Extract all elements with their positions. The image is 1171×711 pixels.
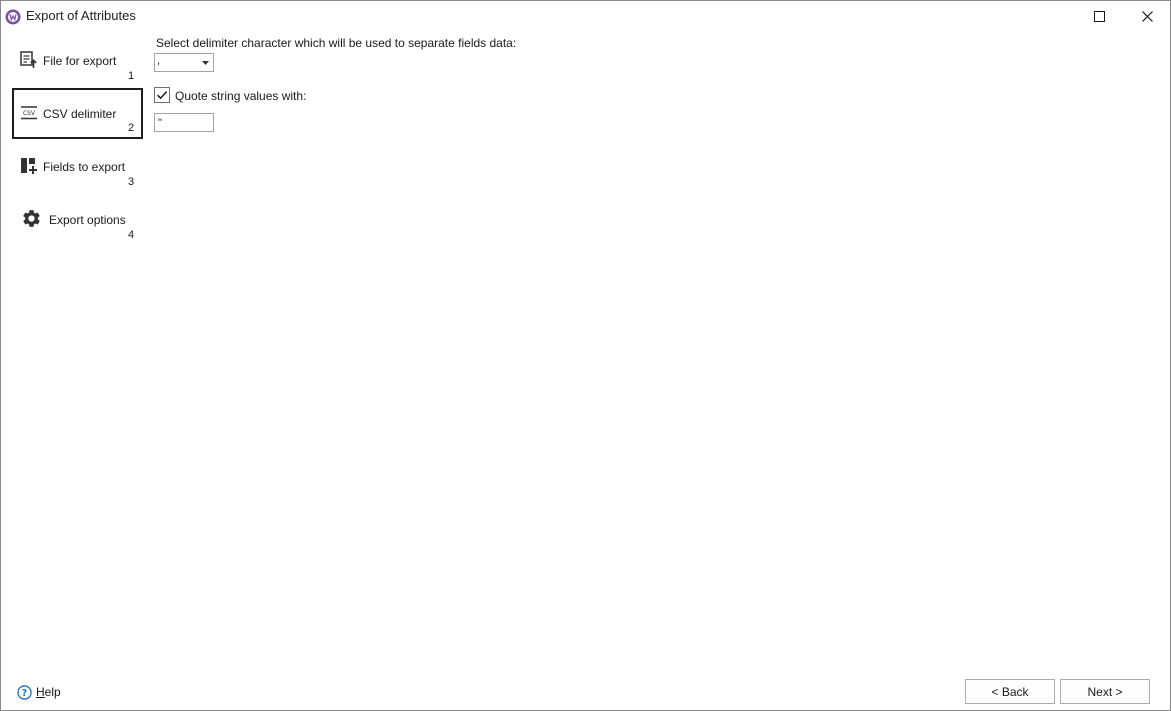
app-logo-icon [5, 9, 21, 25]
step-number: 3 [128, 176, 135, 188]
maximize-icon [1093, 10, 1105, 22]
delimiter-select-value: , [157, 55, 161, 67]
close-icon [1141, 10, 1153, 22]
next-button[interactable]: Next > [1060, 679, 1150, 704]
quote-strings-checkbox[interactable] [154, 87, 170, 103]
svg-text:CSV: CSV [23, 110, 36, 117]
csv-icon: CSV [21, 106, 37, 120]
step-number: 2 [128, 122, 135, 134]
fields-add-icon [21, 158, 37, 174]
file-export-icon [20, 51, 37, 68]
close-button[interactable] [1124, 1, 1170, 31]
gear-icon [23, 210, 40, 227]
delimiter-prompt-label: Select delimiter character which will be… [156, 36, 517, 50]
checkmark-icon [156, 91, 168, 100]
quote-character-input[interactable] [154, 113, 214, 132]
export-attributes-window: Export of Attributes File for export 1 C… [0, 0, 1171, 711]
sidebar-item-label: Export options [49, 213, 126, 227]
sidebar-item-fields-to-export[interactable]: Fields to export 3 [12, 141, 143, 192]
sidebar-item-csv-delimiter[interactable]: CSV CSV delimiter 2 [12, 88, 143, 139]
sidebar-item-export-options[interactable]: Export options 4 [12, 194, 143, 245]
step-number: 4 [128, 229, 135, 241]
step-number: 1 [128, 70, 135, 82]
svg-text:?: ? [22, 688, 27, 699]
sidebar-item-label: CSV delimiter [43, 107, 117, 121]
chevron-down-icon [202, 61, 209, 65]
delimiter-select[interactable]: , [154, 53, 214, 72]
title-bar: Export of Attributes [1, 1, 1170, 31]
sidebar-item-label: File for export [43, 54, 117, 68]
maximize-button[interactable] [1076, 1, 1122, 31]
help-icon: ? [17, 684, 32, 700]
sidebar-item-label: Fields to export [43, 160, 126, 174]
help-label: Help [36, 685, 61, 699]
quote-strings-label: Quote string values with: [175, 89, 307, 103]
sidebar-item-file-for-export[interactable]: File for export 1 [12, 35, 143, 86]
help-link[interactable]: ? Help [17, 683, 61, 701]
window-title: Export of Attributes [26, 8, 136, 23]
back-button[interactable]: < Back [965, 679, 1055, 704]
